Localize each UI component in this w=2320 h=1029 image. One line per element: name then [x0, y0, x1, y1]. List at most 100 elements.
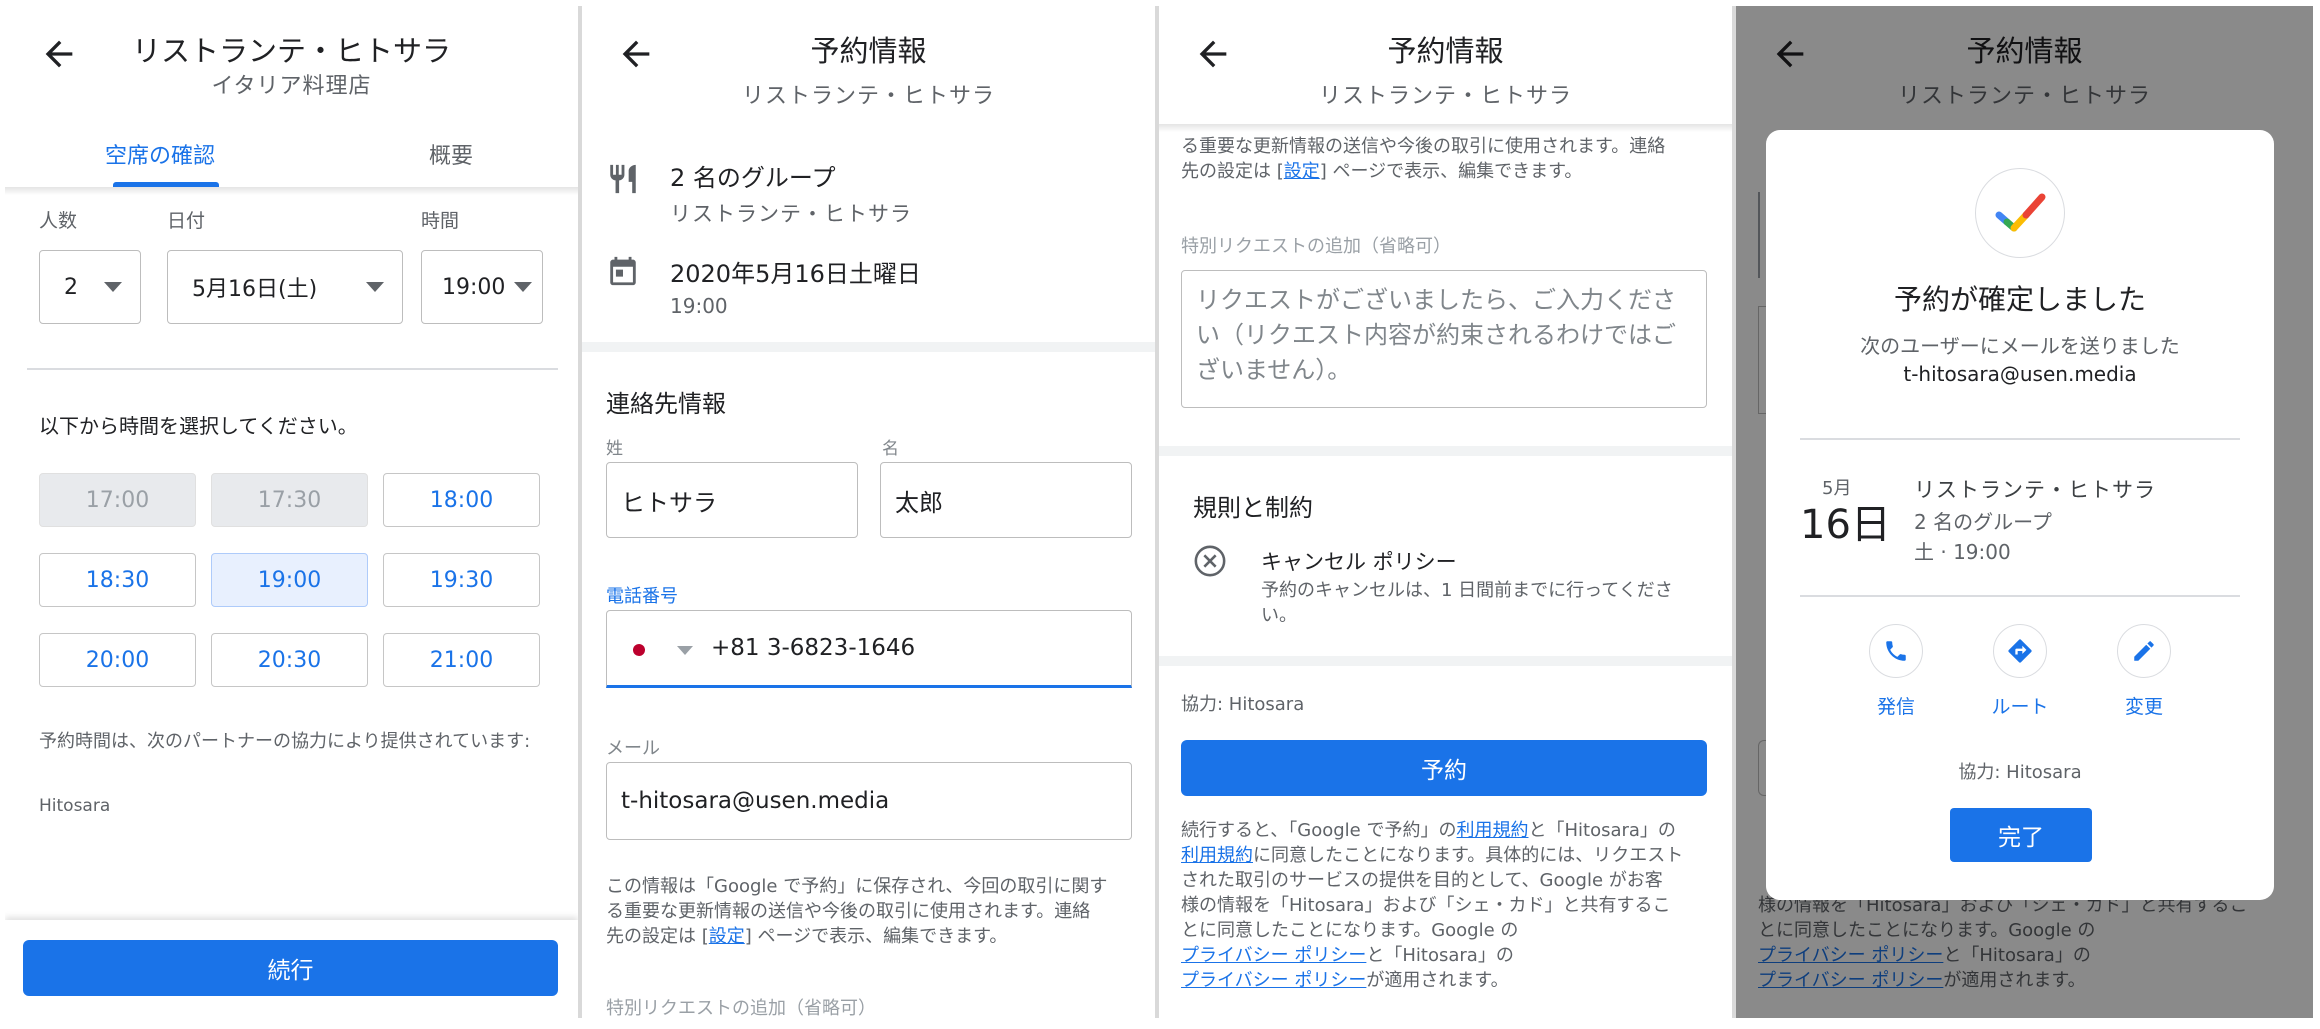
continue-button[interactable]: 続行 [23, 940, 558, 996]
contact-section-title: 連絡先情報 [606, 390, 726, 418]
info-line-3: 先の設定は [設定] ページで表示、編集できます。 [1181, 161, 1583, 182]
partner-name: Hitosara [39, 796, 111, 816]
chevron-down-icon [104, 282, 122, 292]
email-field[interactable]: t-hitosara@usen.media [606, 762, 1132, 840]
google-terms-link[interactable]: 利用規約 [1456, 820, 1528, 841]
reserve-button[interactable]: 予約 [1181, 740, 1707, 796]
booking-info-screen-scrolled: 予約情報 リストランテ・ヒトサラ る重要な更新情報の送信や今後の取引に使用されま… [1159, 6, 1732, 1018]
email-sent-note: 次のユーザーにメールを送りました [1860, 334, 2180, 358]
request-placeholder-2: い（リクエスト内容が約束されるわけではご [1196, 321, 1676, 349]
section-gap [1159, 656, 1732, 666]
slot-1700[interactable]: 17:00 [39, 473, 196, 527]
terms-line-2: 利用規約に同意したことになります。具体的には、リクエスト [1181, 843, 1683, 868]
divider [1800, 438, 2240, 440]
first-name-field[interactable]: 太郎 [880, 462, 1132, 538]
tab-overview[interactable]: 概要 [429, 138, 473, 170]
page-title: 予約情報 [1387, 34, 1504, 68]
restaurant-name: リストランテ・ヒトサラ [1914, 478, 2156, 502]
google-privacy-link[interactable]: プライバシー ポリシー [1181, 945, 1366, 966]
cancel-circle-icon [1194, 545, 1226, 577]
page-subtitle: リストランテ・ヒトサラ [741, 84, 995, 109]
divider [1800, 595, 2240, 597]
terms-text: 続行すると、「Google で予約」の [1181, 820, 1457, 841]
call-label: 発信 [1876, 696, 1915, 718]
slot-1800[interactable]: 18:00 [383, 473, 540, 527]
section-gap [582, 342, 1155, 352]
slot-1830[interactable]: 18:30 [39, 553, 196, 607]
special-request-label: 特別リクエストの追加（省略可） [1181, 236, 1451, 257]
done-button[interactable]: 完了 [1950, 808, 2092, 862]
terms-text: に同意したことになります。具体的には、リクエスト [1253, 845, 1684, 866]
last-name-label: 姓 [606, 439, 623, 459]
phone-icon [1886, 641, 1906, 661]
phone-field[interactable]: +81 3-6823-1646 [606, 610, 1132, 688]
section-gap [1159, 446, 1732, 456]
time-select[interactable]: 19:00 [421, 250, 543, 324]
info-line-1: この情報は「Google で予約」に保存され、今回の取引に関す [606, 876, 1108, 897]
pencil-icon [2134, 641, 2154, 661]
date-select[interactable]: 5月16日(土) [167, 250, 403, 324]
edit-action[interactable]: 変更 [2094, 624, 2194, 719]
booking-day: 16日 [1800, 502, 1891, 548]
hitosara-privacy-link[interactable]: プライバシー ポリシー [1181, 970, 1366, 991]
directions-button[interactable] [1993, 624, 2047, 678]
terms-text: と「Hitosara」の [1528, 820, 1676, 841]
call-button[interactable] [1869, 624, 1923, 678]
cancel-policy-line-2: い。 [1261, 605, 1297, 626]
select-time-prompt: 以下から時間を選択してください。 [39, 414, 358, 438]
time-value: 19:00 [442, 274, 506, 300]
terms-line-1: 続行すると、「Google で予約」の利用規約と「Hitosara」の [1181, 818, 1676, 843]
date-value: 5月16日(土) [192, 277, 318, 302]
settings-link[interactable]: 設定 [1284, 161, 1320, 182]
chevron-down-icon [366, 282, 384, 292]
slot-2000[interactable]: 20:00 [39, 633, 196, 687]
hitosara-terms-link[interactable]: 利用規約 [1181, 845, 1253, 866]
edit-button[interactable] [2117, 624, 2171, 678]
party-value: 2 [64, 274, 78, 300]
booking-info-screen: 予約情報 リストランテ・ヒトサラ 2 名のグループ リストランテ・ヒトサラ 20… [582, 6, 1155, 1018]
availability-screen: リストランテ・ヒトサラ イタリア料理店 空席の確認 概要 人数 日付 時間 2 … [5, 6, 578, 1018]
last-name-field[interactable]: ヒトサラ [606, 462, 858, 538]
confirm-email: t-hitosara@usen.media [1903, 362, 2137, 386]
cancel-policy-title: キャンセル ポリシー [1261, 550, 1457, 574]
slot-2030[interactable]: 20:30 [211, 633, 368, 687]
check-badge [1975, 168, 2065, 258]
party-select[interactable]: 2 [39, 250, 141, 324]
terms-line-7: プライバシー ポリシーが適用されます。 [1181, 968, 1509, 993]
slot-1900[interactable]: 19:00 [211, 553, 368, 607]
page-title: リストランテ・ヒトサラ [131, 34, 451, 68]
settings-link[interactable]: 設定 [709, 926, 745, 947]
directions-action[interactable]: ルート [1970, 624, 2070, 719]
terms-text: が適用されます。 [1366, 970, 1509, 991]
request-placeholder-1: リクエストがございましたら、ご入力くださ [1196, 286, 1676, 314]
special-request-label: 特別リクエストの追加（省略可） [606, 998, 876, 1018]
header-shadow [1159, 124, 1732, 132]
cancel-policy-line-1: 予約のキャンセルは、1 日間前までに行ってくださ [1261, 580, 1673, 601]
page-subtitle: リストランテ・ヒトサラ [1318, 84, 1572, 109]
tab-availability[interactable]: 空席の確認 [105, 138, 215, 170]
phone-label: 電話番号 [606, 586, 678, 607]
page-subtitle: イタリア料理店 [211, 74, 372, 99]
special-request-textarea[interactable]: リクエストがございましたら、ご入力くださ い（リクエスト内容が約束されるわけでは… [1181, 270, 1707, 408]
restaurant-name: リストランテ・ヒトサラ [670, 202, 912, 226]
info-text: 先の設定は [1181, 161, 1277, 182]
info-text: ページで表示、編集できます。 [751, 926, 1008, 947]
chevron-down-icon [677, 646, 693, 655]
booking-time: 19:00 [670, 294, 728, 318]
confirmation-screen: 予約情報 リストランテ・ヒトサラ 様の情報を「Hitosara」および「シェ・カ… [1736, 6, 2313, 1018]
slot-1730[interactable]: 17:30 [211, 473, 368, 527]
party-size: 2 名のグループ [670, 164, 836, 192]
chevron-down-icon [514, 282, 532, 292]
rules-section-title: 規則と制約 [1193, 494, 1313, 522]
japan-flag-icon [633, 644, 645, 656]
page-title: 予約情報 [810, 34, 927, 68]
slot-2100[interactable]: 21:00 [383, 633, 540, 687]
partner-credit: 協力: Hitosara [1181, 694, 1305, 715]
terms-line-5: とに同意したことになります。Google の [1181, 920, 1519, 941]
terms-line-3: された取引のサービスの提供を目的として、Google がお客 [1181, 870, 1663, 891]
call-action[interactable]: 発信 [1846, 624, 1946, 719]
slot-1930[interactable]: 19:30 [383, 553, 540, 607]
phone-value: +81 3-6823-1646 [711, 635, 916, 661]
first-name-label: 名 [882, 439, 899, 459]
info-line-2: る重要な更新情報の送信や今後の取引に使用されます。連絡 [1181, 136, 1666, 157]
